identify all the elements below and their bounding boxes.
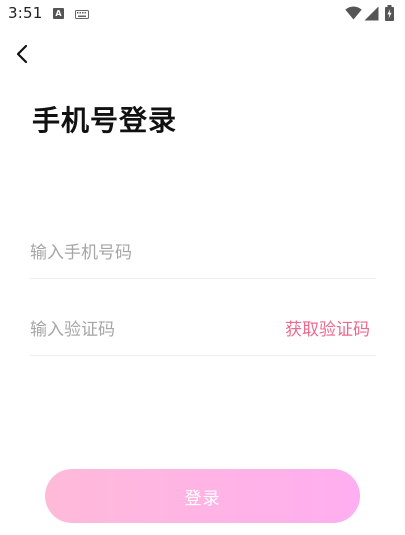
chevron-left-icon (16, 44, 28, 64)
login-button[interactable]: 登录 (45, 469, 360, 523)
notification-a-letter: A (55, 9, 62, 18)
get-code-button[interactable]: 获取验证码 (285, 305, 370, 355)
battery-icon (385, 5, 394, 21)
phone-input[interactable] (30, 228, 260, 278)
wifi-icon (345, 6, 362, 20)
phone-field (30, 228, 376, 279)
status-time: 3:51 (8, 4, 43, 22)
keyboard-icon (75, 10, 89, 19)
code-field: 获取验证码 (30, 305, 376, 356)
signal-icon (364, 6, 379, 21)
page-title: 手机号登录 (32, 104, 178, 137)
verification-code-input[interactable] (30, 305, 260, 355)
status-bar: 3:51 A (0, 0, 405, 28)
back-button[interactable] (10, 40, 38, 68)
notification-a-icon: A (53, 8, 64, 19)
